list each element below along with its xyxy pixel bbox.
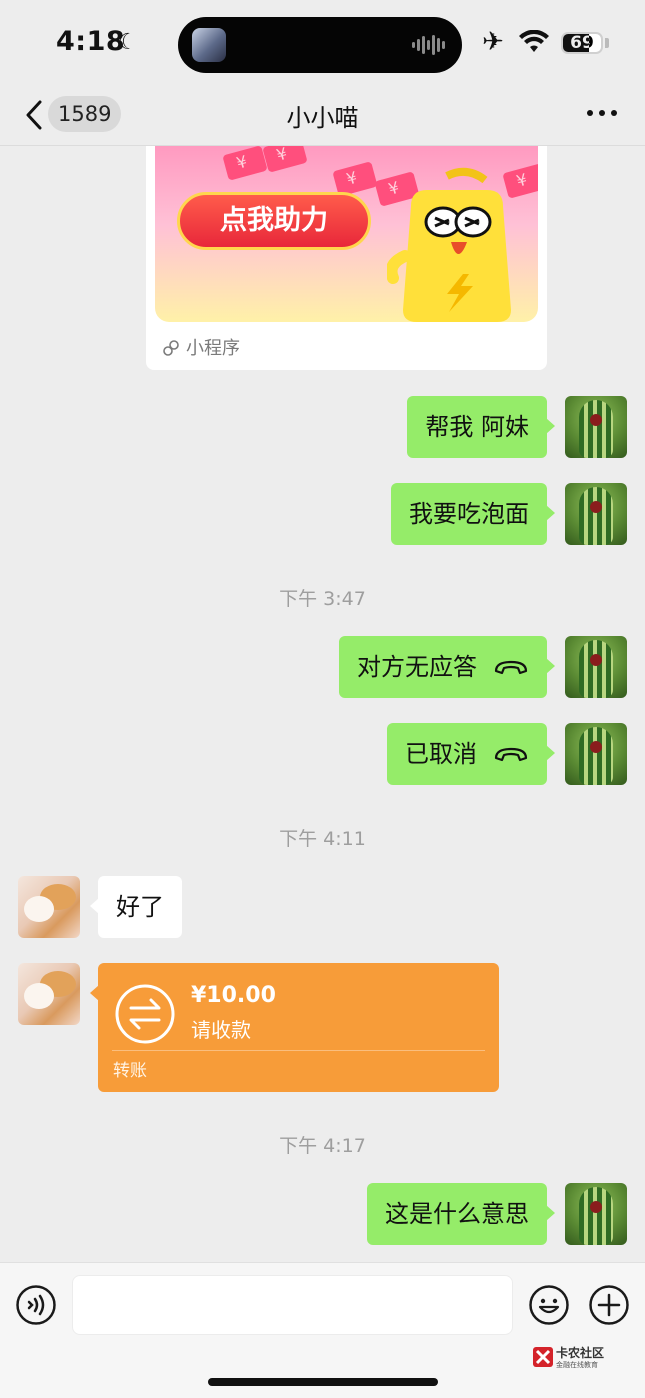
mascot-icon [387, 167, 511, 322]
airplane-icon: ✈ [482, 27, 504, 57]
transfer-amount: ¥10.00 [191, 983, 276, 1008]
timestamp: 下午 4:11 [279, 828, 366, 850]
message-bubble[interactable]: 好了 [90, 876, 182, 938]
timestamp: 下午 3:47 [279, 588, 366, 610]
assist-button: 点我助力 [177, 192, 371, 250]
my-avatar[interactable] [565, 636, 627, 698]
watermark-subtitle: 金融在线教育 [556, 1361, 598, 1369]
my-avatar[interactable] [565, 1183, 627, 1245]
watermark-logo-icon [533, 1347, 553, 1367]
wifi-icon [519, 30, 549, 52]
message-input[interactable] [72, 1275, 513, 1335]
call-record-bubble[interactable]: 对方无应答 [339, 636, 555, 698]
moon-icon: ☾ [118, 30, 138, 55]
message-bubble[interactable]: 我要吃泡面 [391, 483, 555, 545]
call-icon [494, 747, 528, 762]
timestamp: 下午 4:17 [279, 1135, 366, 1157]
chat-header: 1589 小小喵 [0, 90, 645, 146]
mini-program-icon [163, 340, 179, 356]
contact-avatar[interactable] [18, 876, 80, 938]
status-time: 4:18 [56, 26, 126, 57]
transfer-label: 转账 [113, 1061, 147, 1081]
audio-wave-icon [412, 35, 445, 55]
watermark-title: 卡农社区 [556, 1346, 605, 1360]
mini-program-banner: 点我助力 [155, 146, 538, 322]
call-icon [494, 660, 528, 675]
call-record-text: 对方无应答 [357, 653, 477, 681]
battery-icon: 69 [561, 32, 603, 54]
transfer-status: 请收款 [191, 1018, 251, 1042]
my-avatar[interactable] [565, 483, 627, 545]
battery-level: 69 [570, 33, 594, 53]
call-record-bubble[interactable]: 已取消 [387, 723, 555, 785]
dynamic-island[interactable] [178, 17, 462, 73]
more-icon[interactable] [587, 110, 617, 118]
divider [112, 1050, 485, 1051]
my-avatar[interactable] [565, 396, 627, 458]
contact-avatar[interactable] [18, 963, 80, 1025]
mini-program-label: 小程序 [186, 338, 240, 359]
status-bar: 4:18 ☾ ✈ 69 [0, 0, 645, 90]
plus-icon[interactable] [589, 1285, 629, 1325]
home-indicator[interactable] [208, 1378, 438, 1386]
watermark: 卡农社区 金融在线教育 [532, 1344, 612, 1372]
call-record-text: 已取消 [405, 740, 477, 768]
transfer-icon [115, 984, 175, 1044]
message-bubble[interactable]: 帮我 阿妹 [407, 396, 555, 458]
message-bubble[interactable]: 这是什么意思 [367, 1183, 555, 1245]
my-avatar[interactable] [565, 723, 627, 785]
mini-program-card[interactable]: 点我助力 小程序 [146, 146, 547, 370]
voice-icon[interactable] [16, 1285, 56, 1325]
chat-title: 小小喵 [286, 104, 359, 132]
album-art-icon [192, 28, 226, 62]
mini-program-footer: 小程序 [162, 334, 240, 360]
emoji-icon[interactable] [529, 1285, 569, 1325]
transfer-card[interactable]: ¥10.00 请收款 转账 [90, 963, 499, 1092]
